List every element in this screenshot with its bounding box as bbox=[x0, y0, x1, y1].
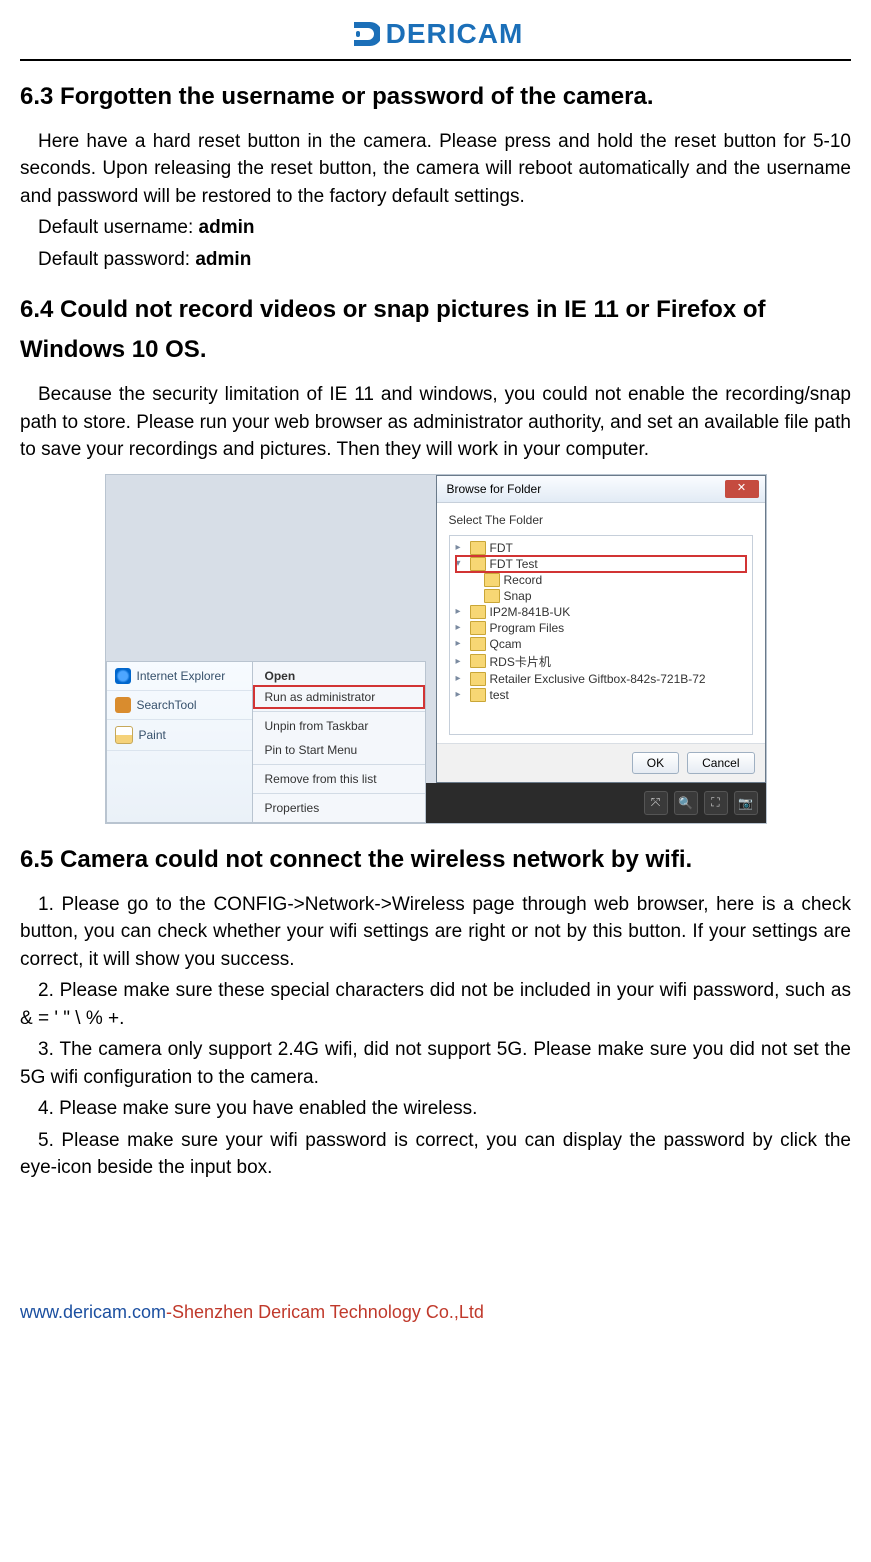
folder-icon bbox=[470, 541, 486, 555]
context-remove[interactable]: Remove from this list bbox=[253, 767, 425, 791]
default-password-line: Default password: admin bbox=[20, 246, 851, 274]
ie-icon bbox=[115, 668, 131, 684]
zoom-icon[interactable]: 🔍 bbox=[674, 791, 698, 815]
footer-url: www.dericam.com bbox=[20, 1302, 166, 1322]
heading-6-4: 6.4 Could not record videos or snap pict… bbox=[20, 290, 851, 372]
video-controls-strip: ⤧ 🔍 ⛶ 📷 bbox=[426, 783, 766, 823]
para-6-5-4: 4. Please make sure you have enabled the… bbox=[20, 1095, 851, 1123]
para-6-5-1: 1. Please go to the CONFIG->Network->Wir… bbox=[20, 891, 851, 974]
brand-logo: DERICAM bbox=[348, 18, 524, 50]
default-username-line: Default username: admin bbox=[20, 214, 851, 242]
folder-icon bbox=[484, 573, 500, 587]
folder-icon bbox=[470, 621, 486, 635]
taskbar-label: Internet Explorer bbox=[137, 669, 226, 683]
snapshot-icon[interactable]: 📷 bbox=[734, 791, 758, 815]
brand-name: DERICAM bbox=[386, 18, 524, 50]
taskbar-item-paint[interactable]: Paint bbox=[107, 720, 252, 751]
tree-node[interactable]: RDS卡片机 bbox=[490, 653, 551, 670]
folder-icon bbox=[470, 605, 486, 619]
taskbar-item-ie[interactable]: Internet Explorer bbox=[107, 662, 252, 691]
folder-tree[interactable]: ▸FDT ▾FDT Test Record Snap ▸IP2M-841B-UK… bbox=[449, 535, 753, 735]
tree-node[interactable]: IP2M-841B-UK bbox=[490, 605, 571, 619]
para-6-5-2: 2. Please make sure these special charac… bbox=[20, 977, 851, 1032]
para-6-5-3: 3. The camera only support 2.4G wifi, di… bbox=[20, 1036, 851, 1091]
default-password-value: admin bbox=[195, 249, 251, 270]
cancel-button[interactable]: Cancel bbox=[687, 752, 754, 774]
tree-node[interactable]: FDT Test bbox=[490, 557, 538, 571]
taskbar-label: Paint bbox=[139, 728, 166, 742]
close-icon[interactable]: ✕ bbox=[725, 480, 759, 498]
folder-icon bbox=[484, 589, 500, 603]
context-unpin[interactable]: Unpin from Taskbar bbox=[253, 714, 425, 738]
default-password-label: Default password: bbox=[38, 249, 195, 270]
para-6-3-body: Here have a hard reset button in the cam… bbox=[20, 128, 851, 211]
context-pin-start[interactable]: Pin to Start Menu bbox=[253, 738, 425, 762]
default-username-value: admin bbox=[199, 217, 255, 238]
footer-company: Shenzhen Dericam Technology Co.,Ltd bbox=[172, 1302, 484, 1322]
context-menu: Open Run as administrator Unpin from Tas… bbox=[253, 661, 426, 823]
tree-node[interactable]: Snap bbox=[504, 589, 532, 603]
folder-icon bbox=[470, 654, 486, 668]
default-username-label: Default username: bbox=[38, 217, 199, 238]
taskbar-pinned-list: Internet Explorer SearchTool Paint bbox=[106, 661, 253, 823]
tree-node[interactable]: FDT bbox=[490, 541, 513, 555]
para-6-4-body: Because the security limitation of IE 11… bbox=[20, 381, 851, 464]
paint-icon bbox=[115, 726, 133, 744]
taskbar-label: SearchTool bbox=[137, 698, 197, 712]
tree-node[interactable]: test bbox=[490, 688, 509, 702]
folder-icon bbox=[470, 557, 486, 571]
folder-icon bbox=[470, 688, 486, 702]
page-footer: www.dericam.com-Shenzhen Dericam Technol… bbox=[20, 1302, 851, 1323]
header-bar: DERICAM bbox=[20, 18, 851, 61]
heading-6-3: 6.3 Forgotten the username or password o… bbox=[20, 77, 851, 118]
search-icon bbox=[115, 697, 131, 713]
tree-node[interactable]: Qcam bbox=[490, 637, 522, 651]
dialog-instruction: Select The Folder bbox=[449, 513, 753, 527]
dialog-title: Browse for Folder bbox=[447, 482, 542, 496]
folder-icon bbox=[470, 637, 486, 651]
tree-node[interactable]: Record bbox=[504, 573, 543, 587]
tree-node[interactable]: Retailer Exclusive Giftbox-842s-721B-72 bbox=[490, 672, 706, 686]
heading-6-5: 6.5 Camera could not connect the wireles… bbox=[20, 840, 851, 881]
browse-folder-dialog: Browse for Folder ✕ Select The Folder ▸F… bbox=[436, 475, 766, 783]
shield-icon bbox=[348, 18, 380, 50]
context-properties[interactable]: Properties bbox=[253, 796, 425, 820]
taskbar-item-searchtool[interactable]: SearchTool bbox=[107, 691, 252, 720]
tree-node[interactable]: Program Files bbox=[490, 621, 565, 635]
ptz-icon[interactable]: ⤧ bbox=[644, 791, 668, 815]
folder-icon bbox=[470, 672, 486, 686]
illustration-composite: Internet Explorer SearchTool Paint Open … bbox=[105, 474, 767, 824]
para-6-5-5: 5. Please make sure your wifi password i… bbox=[20, 1127, 851, 1182]
context-open[interactable]: Open bbox=[253, 664, 425, 685]
fullscreen-icon[interactable]: ⛶ bbox=[704, 791, 728, 815]
ok-button[interactable]: OK bbox=[632, 752, 679, 774]
context-run-as-admin[interactable]: Run as administrator bbox=[253, 685, 425, 709]
